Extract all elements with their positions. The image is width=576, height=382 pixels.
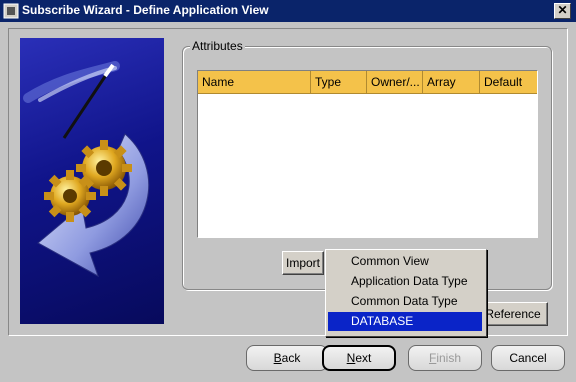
close-icon: ✕	[557, 3, 568, 17]
gears-arrow-icon	[23, 61, 149, 278]
menu-item-application-data-type[interactable]: Application Data Type	[328, 272, 482, 291]
import-dropdown-menu: Common View Application Data Type Common…	[325, 249, 487, 337]
back-mnemonic: B	[273, 351, 282, 365]
wizard-illustration	[20, 38, 164, 324]
back-label: ack	[281, 351, 301, 365]
attributes-table-header: Name Type Owner/... Array Default	[198, 71, 537, 94]
finish-button[interactable]: Finish	[408, 345, 482, 371]
close-button[interactable]: ✕	[554, 3, 571, 19]
import-button[interactable]: Import	[282, 251, 324, 275]
app-icon	[3, 3, 19, 19]
reference-button[interactable]: Reference	[478, 302, 548, 326]
menu-item-common-view[interactable]: Common View	[328, 252, 482, 271]
column-header-array[interactable]: Array	[423, 71, 480, 93]
column-header-type[interactable]: Type	[311, 71, 367, 93]
menu-item-database[interactable]: DATABASE	[328, 312, 482, 331]
title-bar: Subscribe Wizard - Define Application Vi…	[0, 0, 576, 22]
next-label: ext	[355, 351, 372, 365]
column-header-name[interactable]: Name	[198, 71, 311, 93]
back-button[interactable]: Back	[246, 345, 328, 371]
menu-item-common-data-type[interactable]: Common Data Type	[328, 292, 482, 311]
cancel-button[interactable]: Cancel	[491, 345, 565, 371]
window-title: Subscribe Wizard - Define Application Vi…	[22, 3, 269, 17]
attributes-table[interactable]: Name Type Owner/... Array Default	[197, 70, 538, 238]
attributes-group-label: Attributes	[190, 39, 245, 53]
finish-label: inish	[436, 351, 462, 365]
next-button[interactable]: Next	[322, 345, 396, 371]
column-header-owner[interactable]: Owner/...	[367, 71, 423, 93]
column-header-default[interactable]: Default	[480, 71, 537, 93]
